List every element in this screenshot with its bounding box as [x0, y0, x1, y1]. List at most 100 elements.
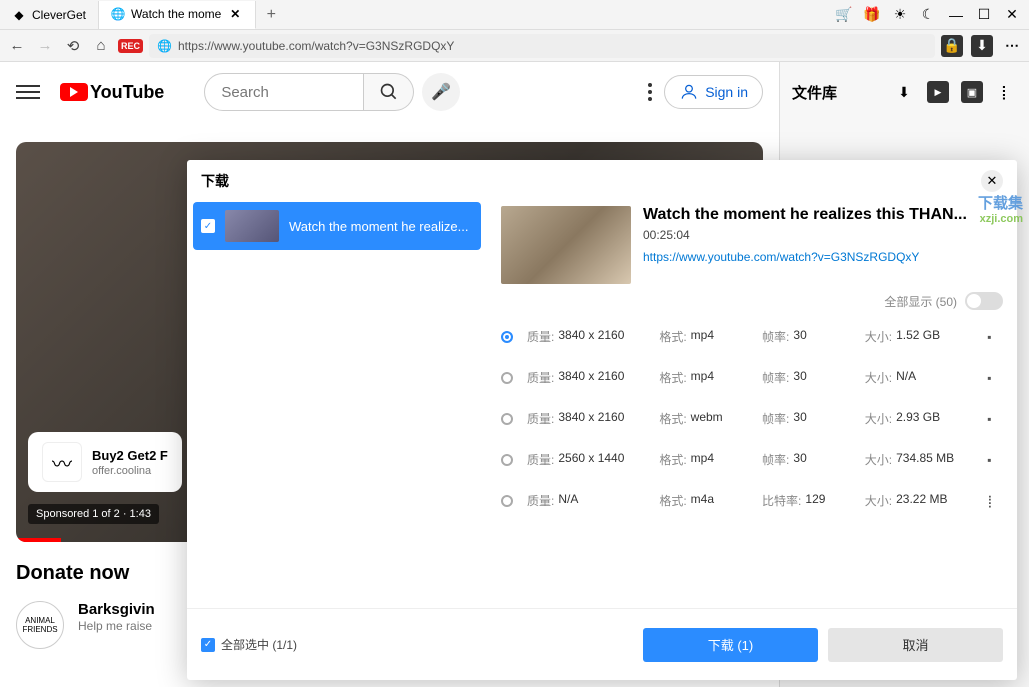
url-input[interactable]: 🌐 https://www.youtube.com/watch?v=G3NSzR…	[149, 34, 935, 58]
window-maximize-button[interactable]: ☐	[975, 6, 993, 24]
media-type-icon: ▪	[987, 330, 1003, 344]
radio-unselected-icon[interactable]	[501, 495, 513, 507]
format-row[interactable]: 质量:N/A格式:m4a比特率:129大小:23.22 MB⡇	[501, 480, 1003, 521]
rate-label: 帧率:	[762, 369, 789, 386]
video-progress-bar[interactable]	[16, 538, 61, 542]
rate-label: 帧率:	[762, 451, 789, 468]
signin-button[interactable]: Sign in	[664, 75, 763, 109]
radio-unselected-icon[interactable]	[501, 413, 513, 425]
theme-light-icon[interactable]: ☀	[891, 6, 909, 24]
modal-footer: ✓ 全部选中 (1/1) 下载 (1) 取消	[187, 608, 1017, 680]
format-row[interactable]: 质量:3840 x 2160格式:mp4帧率:30大小:1.52 GB▪	[501, 316, 1003, 357]
quality-value: 3840 x 2160	[558, 328, 624, 345]
format-row[interactable]: 质量:3840 x 2160格式:webm帧率:30大小:2.93 GB▪	[501, 398, 1003, 439]
nav-forward-button[interactable]: →	[34, 35, 56, 57]
video-icon[interactable]: ▶	[927, 81, 949, 103]
sponsor-title: Buy2 Get2 F	[92, 448, 168, 463]
cart-icon[interactable]: 🛒	[835, 6, 853, 24]
search-input[interactable]: Search	[204, 73, 364, 111]
address-bar-right: 🔒 ⬇ ⋯	[941, 35, 1023, 57]
media-type-icon: ▪	[987, 412, 1003, 426]
radio-selected-icon[interactable]	[501, 331, 513, 343]
window-minimize-button[interactable]: —	[947, 6, 965, 24]
video-metadata: Watch the moment he realizes this THAN..…	[501, 206, 1003, 284]
app-icon: ◆	[12, 8, 26, 22]
gift-icon[interactable]: 🎁	[863, 6, 881, 24]
meta-info: Watch the moment he realizes this THAN..…	[643, 206, 967, 284]
format-row[interactable]: 质量:2560 x 1440格式:mp4帧率:30大小:734.85 MB▪	[501, 439, 1003, 480]
tab-inactive[interactable]: ◆ CleverGet	[0, 1, 99, 29]
format-label: 格式:	[659, 492, 686, 509]
sponsor-card[interactable]: 〰 Buy2 Get2 F offer.coolina	[28, 432, 182, 492]
search-icon	[379, 82, 399, 102]
quality-value: 3840 x 2160	[558, 369, 624, 386]
media-type-icon: ▪	[987, 453, 1003, 467]
format-label: 格式:	[659, 328, 686, 345]
sidebar-header: 文件库 ⬇ ▶ ▣ ⡇	[780, 62, 1029, 122]
meta-thumbnail	[501, 206, 631, 284]
hamburger-menu-icon[interactable]	[16, 80, 40, 104]
download-source-item[interactable]: ✓ Watch the moment he realize...	[193, 202, 481, 250]
sponsor-text: Buy2 Get2 F offer.coolina	[92, 447, 168, 477]
youtube-logo-text: YouTube	[90, 82, 164, 103]
theme-dark-icon[interactable]: ☾	[919, 6, 937, 24]
rate-label: 比特率:	[762, 492, 801, 509]
meta-url-link[interactable]: https://www.youtube.com/watch?v=G3NSzRGD…	[643, 250, 919, 264]
lock-icon[interactable]: 🔒	[941, 35, 963, 57]
quality-value: N/A	[558, 492, 578, 509]
url-text: https://www.youtube.com/watch?v=G3NSzRGD…	[178, 39, 454, 53]
radio-unselected-icon[interactable]	[501, 372, 513, 384]
search-button[interactable]	[364, 73, 414, 111]
download-icon[interactable]: ⬇	[893, 81, 915, 103]
tab-active[interactable]: 🌐 Watch the mome ✕	[99, 1, 256, 29]
format-value: m4a	[691, 492, 714, 509]
record-icon[interactable]: ▣	[961, 81, 983, 103]
rate-value: 30	[793, 369, 806, 386]
select-all-label: 全部选中 (1/1)	[221, 636, 297, 653]
quality-label: 质量:	[527, 369, 554, 386]
rate-value: 30	[793, 410, 806, 427]
tab-close-icon[interactable]: ✕	[227, 6, 243, 22]
settings-menu-icon[interactable]	[648, 83, 652, 101]
modal-close-button[interactable]: ✕	[981, 170, 1003, 192]
donate-title: Barksgivin	[78, 601, 155, 618]
youtube-header-right: Sign in	[648, 75, 763, 109]
select-all-checkbox[interactable]: ✓ 全部选中 (1/1)	[201, 636, 297, 653]
sidebar-title: 文件库	[792, 82, 881, 103]
modal-body: ✓ Watch the moment he realize... Watch t…	[187, 202, 1017, 608]
window-close-button[interactable]: ✕	[1003, 6, 1021, 24]
youtube-header: YouTube Search 🎤 Sign in	[0, 62, 779, 122]
download-shelf-icon[interactable]: ⬇	[971, 35, 993, 57]
download-modal: 下载 ✕ ✓ Watch the moment he realize... Wa…	[187, 160, 1017, 680]
size-label: 大小:	[865, 492, 892, 509]
cancel-button[interactable]: 取消	[828, 628, 1003, 662]
quality-value: 3840 x 2160	[558, 410, 624, 427]
download-button[interactable]: 下载 (1)	[643, 628, 818, 662]
radio-unselected-icon[interactable]	[501, 454, 513, 466]
show-all-toggle-row: 全部显示 (50)	[501, 292, 1003, 310]
checkbox-checked-icon[interactable]: ✓	[201, 219, 215, 233]
audio-icon[interactable]: ⡇	[995, 81, 1017, 103]
quality-label: 质量:	[527, 492, 554, 509]
rate-value: 129	[805, 492, 825, 509]
quality-label: 质量:	[527, 451, 554, 468]
format-value: mp4	[691, 451, 714, 468]
title-bar: ◆ CleverGet 🌐 Watch the mome ✕ + 🛒 🎁 ☀ ☾…	[0, 0, 1029, 30]
modal-title: 下载	[201, 171, 229, 191]
nav-home-button[interactable]: ⌂	[90, 35, 112, 57]
voice-search-button[interactable]: 🎤	[422, 73, 460, 111]
nav-reload-button[interactable]: ⟲	[62, 35, 84, 57]
more-icon[interactable]: ⋯	[1001, 35, 1023, 57]
nav-back-button[interactable]: ←	[6, 35, 28, 57]
youtube-logo[interactable]: YouTube	[60, 82, 164, 103]
format-row[interactable]: 质量:3840 x 2160格式:mp4帧率:30大小:N/A▪	[501, 357, 1003, 398]
format-list: 质量:3840 x 2160格式:mp4帧率:30大小:1.52 GB▪质量:3…	[501, 316, 1003, 521]
format-value: webm	[691, 410, 723, 427]
rate-value: 30	[793, 328, 806, 345]
record-button[interactable]: REC	[118, 39, 143, 53]
donate-text: Barksgivin Help me raise	[78, 601, 155, 633]
size-value: 23.22 MB	[896, 492, 947, 509]
show-all-toggle[interactable]	[965, 292, 1003, 310]
tab-add-button[interactable]: +	[256, 6, 286, 24]
size-value: 734.85 MB	[896, 451, 954, 468]
